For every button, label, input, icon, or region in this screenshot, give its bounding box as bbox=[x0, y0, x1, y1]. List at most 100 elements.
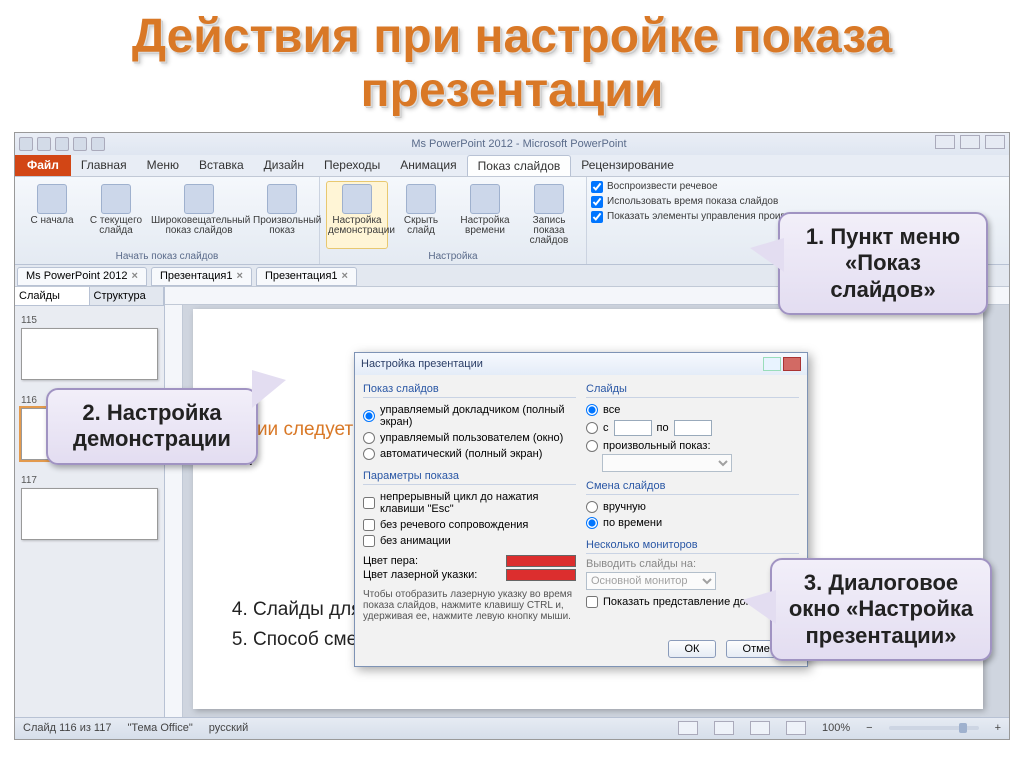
close-icon[interactable] bbox=[985, 135, 1005, 149]
setup-slideshow-button[interactable]: Настройка демонстрации bbox=[326, 181, 388, 249]
from-current-button[interactable]: С текущего слайда bbox=[85, 181, 147, 239]
radio-user[interactable]: управляемый пользователем (окно) bbox=[363, 430, 576, 446]
dialog-close-icon[interactable] bbox=[783, 357, 801, 371]
check-loop[interactable]: непрерывный цикл до нажатия клавиши "Esc… bbox=[363, 489, 576, 517]
play-narrations-check[interactable]: Воспроизвести речевое bbox=[591, 181, 835, 193]
fieldset-title: Параметры показа bbox=[363, 470, 576, 485]
ok-button[interactable]: ОК bbox=[668, 640, 717, 658]
tab-review[interactable]: Рецензирование bbox=[571, 155, 684, 176]
pen-color-label: Цвет пера: bbox=[363, 555, 418, 567]
record-icon bbox=[534, 184, 564, 214]
minimize-icon[interactable] bbox=[935, 135, 955, 149]
close-doc-icon[interactable]: × bbox=[342, 270, 348, 282]
panel-tab-slides[interactable]: Слайды bbox=[15, 287, 90, 305]
doc-tab[interactable]: Ms PowerPoint 2012× bbox=[17, 267, 147, 286]
projector-icon bbox=[101, 184, 131, 214]
laser-color-picker[interactable] bbox=[506, 569, 576, 581]
tab-file[interactable]: Файл bbox=[15, 155, 71, 176]
rehearse-timings-button[interactable]: Настройка времени bbox=[454, 181, 516, 249]
ribbon-tabs: Файл Главная Меню Вставка Дизайн Переход… bbox=[15, 155, 1009, 177]
fieldset-title: Показ слайдов bbox=[363, 383, 576, 398]
status-slide-counter: Слайд 116 из 117 bbox=[23, 722, 111, 734]
qat-redo-icon[interactable] bbox=[55, 137, 69, 151]
custom-show-select[interactable] bbox=[602, 454, 732, 472]
check-no-narration[interactable]: без речевого сопровождения bbox=[363, 517, 576, 533]
status-bar: Слайд 116 из 117 "Тема Office" русский 1… bbox=[15, 717, 1009, 739]
window-titlebar: Ms PowerPoint 2012 - Microsoft PowerPoin… bbox=[15, 133, 1009, 155]
ribbon-group-start: С начала С текущего слайда Широковещател… bbox=[15, 177, 320, 264]
tab-design[interactable]: Дизайн bbox=[254, 155, 314, 176]
radio-custom-show[interactable]: произвольный показ: bbox=[586, 438, 799, 454]
qat-new-icon[interactable] bbox=[73, 137, 87, 151]
view-sorter-icon[interactable] bbox=[714, 721, 734, 735]
from-start-button[interactable]: С начала bbox=[21, 181, 83, 239]
qat-save-icon[interactable] bbox=[19, 137, 33, 151]
projector-icon bbox=[37, 184, 67, 214]
clock-icon bbox=[470, 184, 500, 214]
view-slideshow-icon[interactable] bbox=[786, 721, 806, 735]
window-title: Ms PowerPoint 2012 - Microsoft PowerPoin… bbox=[105, 138, 933, 150]
ribbon-group-label: Настройка bbox=[326, 251, 580, 262]
broadcast-icon bbox=[184, 184, 214, 214]
view-reading-icon[interactable] bbox=[750, 721, 770, 735]
monitor-select[interactable]: Основной монитор bbox=[586, 572, 716, 590]
pen-color-picker[interactable] bbox=[506, 555, 576, 567]
quick-access-toolbar[interactable] bbox=[19, 137, 105, 151]
slide-thumb[interactable]: 117 bbox=[21, 470, 158, 540]
ribbon-group-label: Начать показ слайдов bbox=[21, 251, 313, 262]
fieldset-title: Слайды bbox=[586, 383, 799, 398]
fieldset-title: Смена слайдов bbox=[586, 480, 799, 495]
callout-2: 2. Настройка демонстрации bbox=[46, 388, 258, 465]
setup-presentation-dialog: Настройка презентации Показ слайдов упра… bbox=[354, 352, 808, 667]
radio-presenter[interactable]: управляемый докладчиком (полный экран) bbox=[363, 402, 576, 430]
radio-all-slides[interactable]: все bbox=[586, 402, 799, 418]
vertical-ruler bbox=[165, 305, 183, 717]
page-title: Действия при настройке показа презентаци… bbox=[0, 0, 1024, 132]
qat-open-icon[interactable] bbox=[91, 137, 105, 151]
tab-insert[interactable]: Вставка bbox=[189, 155, 254, 176]
tab-menu[interactable]: Меню bbox=[137, 155, 189, 176]
view-normal-icon[interactable] bbox=[678, 721, 698, 735]
slides-panel: Слайды Структура 115 116 117 bbox=[15, 287, 165, 717]
radio-auto[interactable]: автоматический (полный экран) bbox=[363, 446, 576, 462]
monitor-label: Выводить слайды на: bbox=[586, 558, 799, 570]
tab-home[interactable]: Главная bbox=[71, 155, 137, 176]
hide-slide-button[interactable]: Скрыть слайд bbox=[390, 181, 452, 249]
broadcast-button[interactable]: Широковещательный показ слайдов bbox=[149, 181, 249, 239]
zoom-value[interactable]: 100% bbox=[822, 722, 850, 734]
tab-animation[interactable]: Анимация bbox=[390, 155, 466, 176]
doc-tab[interactable]: Презентация1× bbox=[256, 267, 357, 286]
radio-range-slides[interactable]: с по bbox=[586, 418, 799, 438]
from-slide-input[interactable] bbox=[614, 420, 652, 436]
tab-slideshow[interactable]: Показ слайдов bbox=[467, 155, 572, 176]
maximize-icon[interactable] bbox=[960, 135, 980, 149]
dialog-help-icon[interactable] bbox=[763, 357, 781, 371]
status-language[interactable]: русский bbox=[209, 722, 248, 734]
custom-show-button[interactable]: Произвольный показ bbox=[251, 181, 313, 239]
dialog-titlebar: Настройка презентации bbox=[355, 353, 807, 375]
doc-tab[interactable]: Презентация1× bbox=[151, 267, 252, 286]
panel-tab-outline[interactable]: Структура bbox=[90, 287, 165, 305]
callout-1: 1. Пункт меню «Показ слайдов» bbox=[778, 212, 988, 315]
hide-slide-icon bbox=[406, 184, 436, 214]
custom-show-icon bbox=[267, 184, 297, 214]
to-slide-input[interactable] bbox=[674, 420, 712, 436]
dialog-title: Настройка презентации bbox=[361, 358, 483, 370]
status-theme: "Тема Office" bbox=[127, 722, 192, 734]
qat-undo-icon[interactable] bbox=[37, 137, 51, 151]
check-no-animation[interactable]: без анимации bbox=[363, 533, 576, 549]
radio-timed-advance[interactable]: по времени bbox=[586, 515, 799, 531]
record-slideshow-button[interactable]: Запись показа слайдов bbox=[518, 181, 580, 249]
use-timings-check[interactable]: Использовать время показа слайдов bbox=[591, 196, 835, 208]
callout-3: 3. Диалоговое окно «Настройка презентаци… bbox=[770, 558, 992, 661]
dialog-hint: Чтобы отобразить лазерную указку во врем… bbox=[363, 589, 576, 622]
fieldset-title: Несколько мониторов bbox=[586, 539, 799, 554]
close-doc-icon[interactable]: × bbox=[237, 270, 243, 282]
laser-color-label: Цвет лазерной указки: bbox=[363, 569, 477, 581]
zoom-slider[interactable] bbox=[889, 726, 979, 730]
radio-manual-advance[interactable]: вручную bbox=[586, 499, 799, 515]
slide-thumb[interactable]: 115 bbox=[21, 310, 158, 380]
tab-transitions[interactable]: Переходы bbox=[314, 155, 390, 176]
setup-icon bbox=[342, 184, 372, 214]
close-doc-icon[interactable]: × bbox=[132, 270, 138, 282]
